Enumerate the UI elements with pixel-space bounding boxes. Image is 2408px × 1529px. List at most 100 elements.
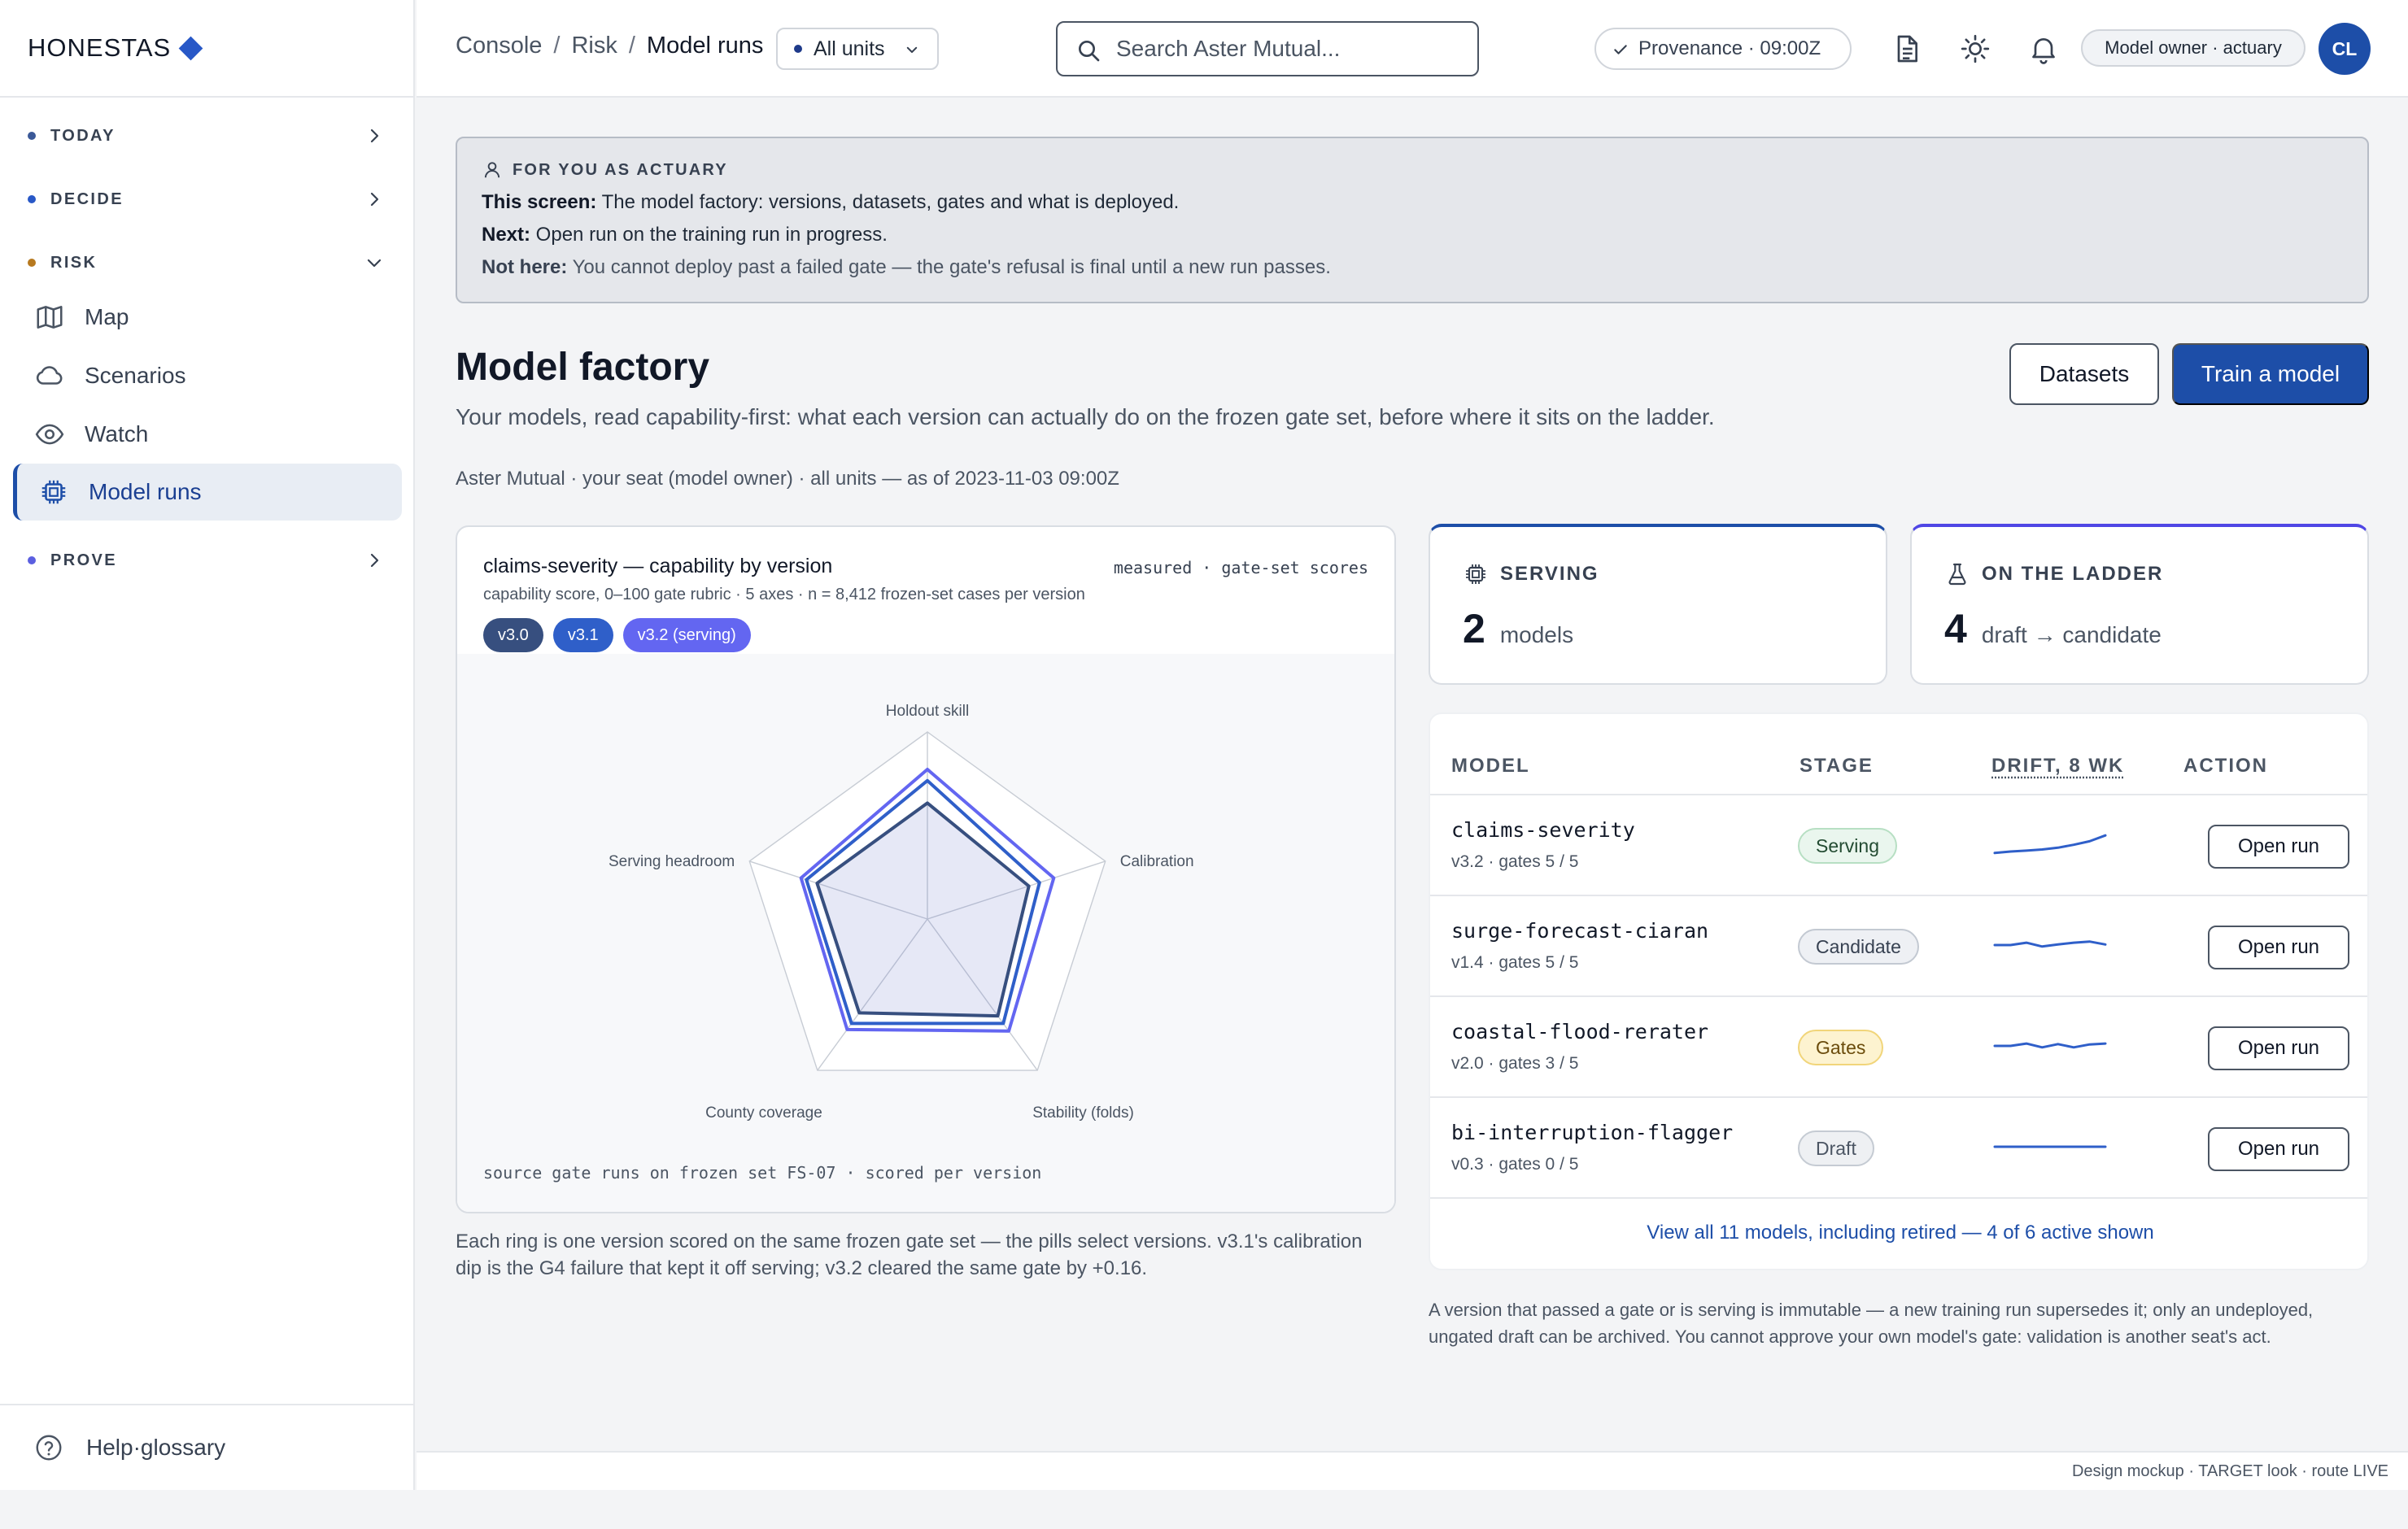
model-name[interactable]: claims-severity (1451, 818, 1635, 842)
page-meta: Aster Mutual · your seat (model owner) ·… (456, 468, 1119, 490)
column-header-stage[interactable]: STAGE (1799, 755, 1874, 778)
view-all-models-link[interactable]: View all 11 models, including retired — … (1430, 1222, 2367, 1244)
nav-section-today[interactable]: TODAY (0, 113, 415, 159)
search-input[interactable]: Search Aster Mutual... (1056, 21, 1479, 76)
sun-icon[interactable] (1959, 33, 1991, 65)
brand-logo[interactable]: HONESTAS (0, 0, 413, 98)
serving-value-row: 2 models (1463, 605, 1573, 652)
column-header-model[interactable]: MODEL (1451, 755, 1530, 778)
cloud-icon (36, 366, 63, 385)
open-run-button[interactable]: Open run (2208, 825, 2349, 869)
breadcrumb: Console / Risk / Model runs (456, 33, 763, 59)
ladder-stat-card[interactable]: ON THE LADDER 4 draft → candidate (1910, 524, 2369, 685)
provenance-label: Provenance · 09:00Z (1638, 37, 1821, 59)
model-name[interactable]: coastal-flood-rerater (1451, 1020, 1708, 1043)
open-run-button[interactable]: Open run (2208, 926, 2349, 969)
sidebar-item-label: Map (85, 304, 129, 329)
hint-text: You cannot deploy past a failed gate — t… (567, 256, 1331, 278)
open-run-button[interactable]: Open run (2208, 1026, 2349, 1070)
user-icon (484, 162, 500, 178)
today-dot-icon (28, 132, 36, 140)
footer-text: Design mockup · TARGET look · route LIVE (2071, 1462, 2388, 1480)
hint-line-next: Next: Open run on the training run in pr… (482, 224, 2343, 246)
table-row: coastal-flood-rerater v2.0 · gates 3 / 5… (1430, 997, 2367, 1096)
risk-dot-icon (28, 259, 36, 267)
avatar[interactable]: CL (2319, 23, 2371, 75)
table-row: surge-forecast-ciaran v1.4 · gates 5 / 5… (1430, 896, 2367, 995)
radar-source: source gate runs on frozen set FS-07 · s… (483, 1163, 1042, 1183)
datasets-button[interactable]: Datasets (2009, 343, 2159, 405)
ladder-count: 4 (1944, 606, 1967, 651)
model-meta: v1.4 · gates 5 / 5 (1451, 953, 1579, 972)
version-pill-v3-0[interactable]: v3.0 (483, 618, 543, 652)
ladder-unit: draft → candidate (1981, 622, 2162, 647)
nav-section-decide[interactable]: DECIDE (0, 176, 415, 222)
chevron-right-icon (370, 553, 379, 568)
prove-dot-icon (28, 556, 36, 564)
drift-sparkline (1993, 834, 2107, 855)
radar-chart: Holdout skill Calibration Stability (folds… (609, 703, 1194, 1122)
column-header-drift[interactable]: DRIFT, 8 WK (1991, 755, 2124, 778)
radar-axis-label: County coverage (705, 1104, 822, 1122)
sidebar-item-scenarios[interactable]: Scenarios (13, 347, 402, 404)
role-badge[interactable]: Model owner · actuary (2081, 29, 2305, 67)
version-pill-v3-2[interactable]: v3.2 (serving) (622, 618, 751, 652)
sidebar: HONESTAS TODAY DECIDE RISK Map Scenarios… (0, 0, 415, 1490)
topbar: Console / Risk / Model runs All units Se… (417, 0, 2408, 98)
decide-dot-icon (28, 195, 36, 203)
page-title: Model factory (456, 346, 710, 389)
help-glossary-link[interactable]: Help·glossary (0, 1404, 415, 1490)
unit-dot-icon (794, 45, 802, 53)
hint-line-screen: This screen: The model factory: versions… (482, 191, 2343, 213)
open-run-button[interactable]: Open run (2208, 1127, 2349, 1171)
radar-chart-area: Holdout skill Calibration Stability (folds… (457, 654, 1394, 1212)
stage-badge: Gates (1798, 1030, 1884, 1065)
table-row: bi-interruption-flagger v0.3 · gates 0 /… (1430, 1098, 2367, 1197)
sidebar-item-model-runs[interactable]: Model runs (13, 464, 402, 521)
search-icon (1079, 41, 1100, 62)
model-meta: v2.0 · gates 3 / 5 (1451, 1054, 1579, 1073)
nav-section-label: TODAY (50, 126, 116, 145)
drift-sparkline (1993, 1145, 2107, 1148)
radar-axis-label: Serving headroom (609, 853, 735, 870)
hint-line-not-here: Not here: You cannot deploy past a faile… (482, 256, 2343, 278)
nav-section-label: RISK (50, 253, 98, 272)
model-name[interactable]: surge-forecast-ciaran (1451, 919, 1708, 943)
document-icon[interactable] (1891, 33, 1923, 65)
model-name[interactable]: bi-interruption-flagger (1451, 1121, 1733, 1144)
sidebar-item-label: Scenarios (85, 363, 186, 388)
chip-icon (1466, 564, 1485, 584)
sidebar-item-watch[interactable]: Watch (13, 406, 402, 463)
version-pill-v3-1[interactable]: v3.1 (552, 618, 613, 652)
breadcrumb-risk[interactable]: Risk (571, 33, 617, 59)
ladder-value-row: 4 draft → candidate (1944, 605, 2162, 652)
chevron-down-icon (367, 259, 382, 268)
help-icon (36, 1435, 62, 1461)
sidebar-item-map[interactable]: Map (13, 289, 402, 346)
model-meta: v3.2 · gates 5 / 5 (1451, 852, 1579, 871)
provenance-badge[interactable]: Provenance · 09:00Z (1594, 28, 1852, 70)
radar-axis-label: Holdout skill (886, 703, 969, 720)
serving-stat-card[interactable]: SERVING 2 models (1429, 524, 1887, 685)
help-label: Help·glossary (86, 1435, 226, 1460)
nav-section-label: DECIDE (50, 189, 124, 208)
sparkline-path (1993, 1042, 2107, 1049)
hint-heading-text: FOR YOU AS ACTUARY (513, 160, 728, 179)
flask-icon (1948, 563, 1966, 586)
nav-section-risk[interactable]: RISK (0, 240, 415, 285)
models-table: MODEL STAGE DRIFT, 8 WK ACTION claims-se… (1429, 712, 2369, 1270)
serving-unit: models (1499, 622, 1574, 647)
chip-icon (41, 480, 66, 504)
unit-select[interactable]: All units (776, 28, 939, 70)
breadcrumb-separator: / (628, 33, 635, 59)
brand-name: HONESTAS (28, 33, 172, 62)
model-meta: v0.3 · gates 0 / 5 (1451, 1155, 1579, 1174)
brand-diamond-icon (178, 36, 203, 61)
ladder-label: ON THE LADDER (1982, 563, 2164, 585)
chevron-down-icon (906, 46, 918, 53)
breadcrumb-console[interactable]: Console (456, 33, 542, 59)
train-model-button[interactable]: Train a model (2172, 343, 2369, 405)
table-divider (1430, 1197, 2367, 1199)
bell-icon[interactable] (2027, 33, 2060, 65)
nav-section-prove[interactable]: PROVE (0, 538, 415, 583)
